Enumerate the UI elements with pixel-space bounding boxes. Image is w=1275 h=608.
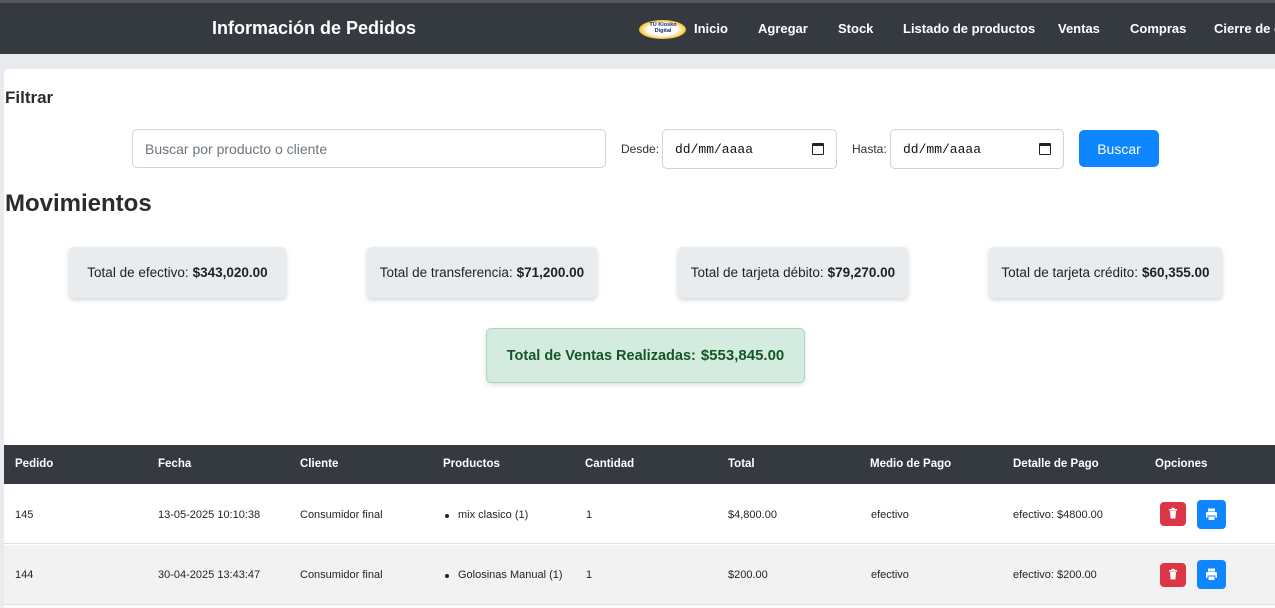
stat-tarjeta-credito: Total de tarjeta crédito: $60,355.00 — [989, 247, 1222, 298]
search-button[interactable]: Buscar — [1079, 130, 1159, 167]
cell-fecha: 30-04-2025 13:43:47 — [158, 569, 261, 581]
stat-value: $343,020.00 — [192, 265, 268, 280]
bullet-icon — [445, 514, 449, 518]
stat-value: $71,200.00 — [516, 265, 585, 280]
col-detalle-pago[interactable]: Detalle de Pago — [1013, 458, 1099, 470]
stat-tarjeta-debito: Total de tarjeta débito: $79,270.00 — [678, 247, 908, 298]
cell-producto: Golosinas Manual (1) — [458, 569, 563, 581]
stat-label: Total de tarjeta débito: — [690, 265, 824, 280]
print-button[interactable] — [1197, 560, 1226, 589]
cell-total: $200.00 — [728, 569, 768, 581]
stat-label: Total de tarjeta crédito: — [1001, 265, 1138, 280]
nav-ventas[interactable]: Ventas — [1058, 21, 1100, 36]
col-medio-pago[interactable]: Medio de Pago — [870, 458, 951, 470]
hasta-date-field[interactable]: dd/mm/aaaa — [890, 129, 1064, 169]
col-total[interactable]: Total — [728, 458, 755, 470]
desde-date-field[interactable]: dd/mm/aaaa — [662, 129, 837, 169]
col-pedido[interactable]: Pedido — [15, 458, 53, 470]
search-input[interactable] — [132, 129, 606, 168]
cell-producto: mix clasico (1) — [458, 509, 529, 521]
hasta-date-value: dd/mm/aaaa — [903, 142, 982, 157]
calendar-icon[interactable] — [1039, 143, 1051, 155]
stat-value: $79,270.00 — [827, 265, 896, 280]
cell-cantidad: 1 — [586, 509, 593, 521]
table-header: Pedido Fecha Cliente Productos Cantidad … — [4, 445, 1275, 484]
col-cliente[interactable]: Cliente — [300, 458, 338, 470]
stat-label: Total de transferencia: — [379, 265, 513, 280]
col-opciones: Opciones — [1155, 458, 1208, 470]
total-ventas-value: $553,845.00 — [700, 347, 785, 364]
page-title: Información de Pedidos — [212, 18, 417, 38]
stat-efectivo: Total de efectivo: $343,020.00 — [69, 247, 286, 298]
cell-total: $4,800.00 — [728, 509, 777, 521]
cell-medio-pago: efectivo — [871, 509, 909, 521]
nav-listado-productos[interactable]: Listado de productos — [903, 21, 1035, 36]
nav-agregar[interactable]: Agregar — [758, 21, 808, 36]
top-navbar: Información de Pedidos TÚ Kiosko Digital… — [0, 0, 1275, 54]
bullet-icon — [445, 574, 449, 578]
cell-detalle-pago: efectivo: $200.00 — [1013, 569, 1097, 581]
stat-label: Total de efectivo: — [87, 265, 189, 280]
col-fecha[interactable]: Fecha — [158, 458, 191, 470]
kiosko-logo-icon[interactable]: TÚ Kiosko Digital — [639, 20, 686, 39]
desde-date-value: dd/mm/aaaa — [675, 142, 754, 157]
cell-medio-pago: efectivo — [871, 569, 909, 581]
cell-pedido: 144 — [15, 569, 34, 581]
nav-inicio[interactable]: Inicio — [694, 21, 728, 36]
logo-text: TÚ Kiosko Digital — [649, 22, 677, 34]
desde-label: Desde: — [621, 142, 660, 156]
delete-button[interactable] — [1160, 563, 1186, 587]
stat-transferencia: Total de transferencia: $71,200.00 — [367, 247, 597, 298]
trash-icon — [1169, 568, 1177, 580]
col-cantidad[interactable]: Cantidad — [585, 458, 634, 470]
calendar-icon[interactable] — [812, 143, 824, 155]
cell-cantidad: 1 — [586, 569, 593, 581]
filter-heading: Filtrar — [5, 88, 54, 107]
nav-stock[interactable]: Stock — [838, 21, 873, 36]
col-productos[interactable]: Productos — [443, 458, 500, 470]
cell-cliente: Consumidor final — [300, 509, 383, 521]
cell-detalle-pago: efectivo: $4800.00 — [1013, 509, 1103, 521]
cell-pedido: 145 — [15, 509, 34, 521]
printer-icon — [1206, 508, 1217, 521]
total-ventas-label: Total de Ventas Realizadas: — [506, 347, 696, 364]
print-button[interactable] — [1197, 500, 1226, 529]
nav-compras[interactable]: Compras — [1130, 21, 1186, 36]
stat-value: $60,355.00 — [1142, 265, 1210, 280]
hasta-label: Hasta: — [852, 142, 887, 156]
printer-icon — [1206, 568, 1217, 581]
movimientos-heading: Movimientos — [5, 190, 152, 217]
table-row: 145 13-05-2025 10:10:38 Consumidor final… — [4, 484, 1275, 544]
trash-icon — [1169, 507, 1177, 519]
delete-button[interactable] — [1160, 502, 1186, 526]
cell-fecha: 13-05-2025 10:10:38 — [158, 509, 261, 521]
table-row: 144 30-04-2025 13:43:47 Consumidor final… — [4, 545, 1275, 605]
cell-cliente: Consumidor final — [300, 569, 383, 581]
nav-cierre[interactable]: Cierre de c — [1214, 21, 1275, 36]
total-ventas-box: Total de Ventas Realizadas: $553,845.00 — [486, 328, 805, 383]
